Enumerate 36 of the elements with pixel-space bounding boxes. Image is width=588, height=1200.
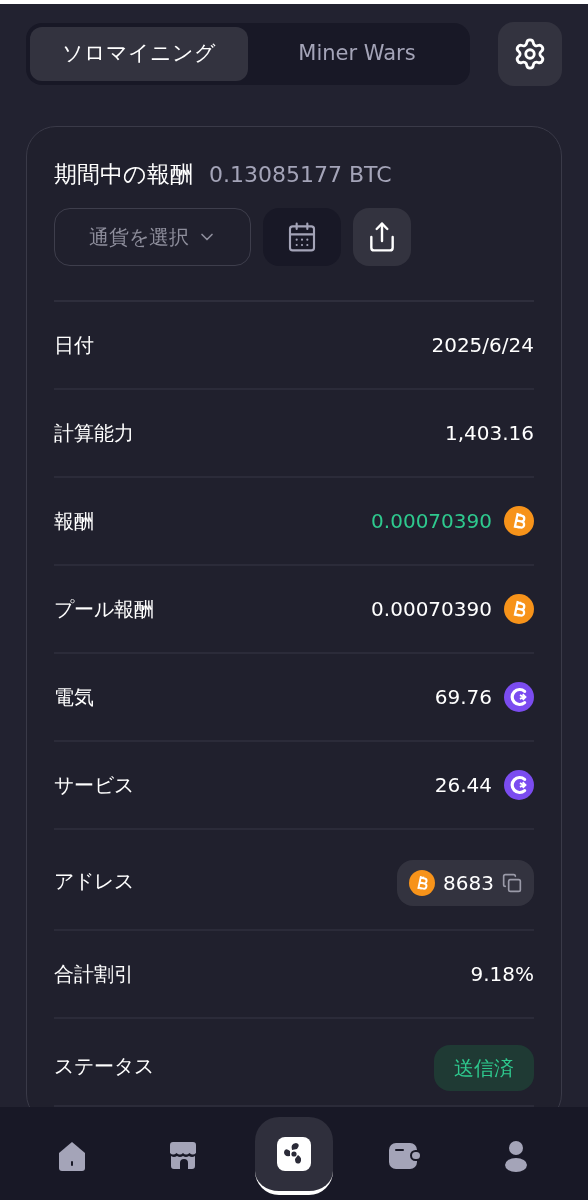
row-label: 合計割引 [54,960,134,988]
row-label: アドレス [54,867,134,895]
row-value: 69.76 [434,683,492,711]
row-label: 計算能力 [54,419,134,447]
bitcoin-icon [409,869,436,896]
row-label: 日付 [54,331,94,359]
row-label: プール報酬 [54,595,154,623]
calendar-button[interactable] [263,207,341,266]
tab[interactable]: Miner Wars [248,27,466,81]
currency-select[interactable]: 通貨を選択 [54,207,251,266]
token-icon [504,769,534,800]
row-value: 0.00070390 [371,595,492,623]
row-label: 電気 [54,683,94,711]
tab[interactable]: ソロマイニング [30,27,248,81]
address-chip[interactable]: 8683 [397,859,534,906]
total-reward: 0.13085177 BTC [209,161,392,189]
token-icon [504,681,534,712]
share-button[interactable] [353,207,411,266]
settings-button[interactable] [498,22,562,86]
row-value: 1,403.16 [444,419,534,447]
calendar-icon [286,220,318,253]
status-badge: 送信済 [434,1044,534,1091]
copy-icon [502,872,522,893]
row-label: 報酬 [54,507,94,535]
card-title: 期間中の報酬 [54,160,193,189]
bitcoin-icon [504,505,534,536]
nav-item[interactable] [254,1116,333,1195]
row-label: サービス [54,771,134,799]
row-value: 9.18% [470,960,534,988]
fan-icon [275,1135,312,1172]
row-value: 0.00070390 [371,507,492,535]
settings-icon [513,37,547,71]
row-value: 2025/6/24 [431,331,534,359]
row-value: 26.44 [434,771,492,799]
bitcoin-icon [504,593,534,624]
row-label: ステータス [54,1052,154,1080]
